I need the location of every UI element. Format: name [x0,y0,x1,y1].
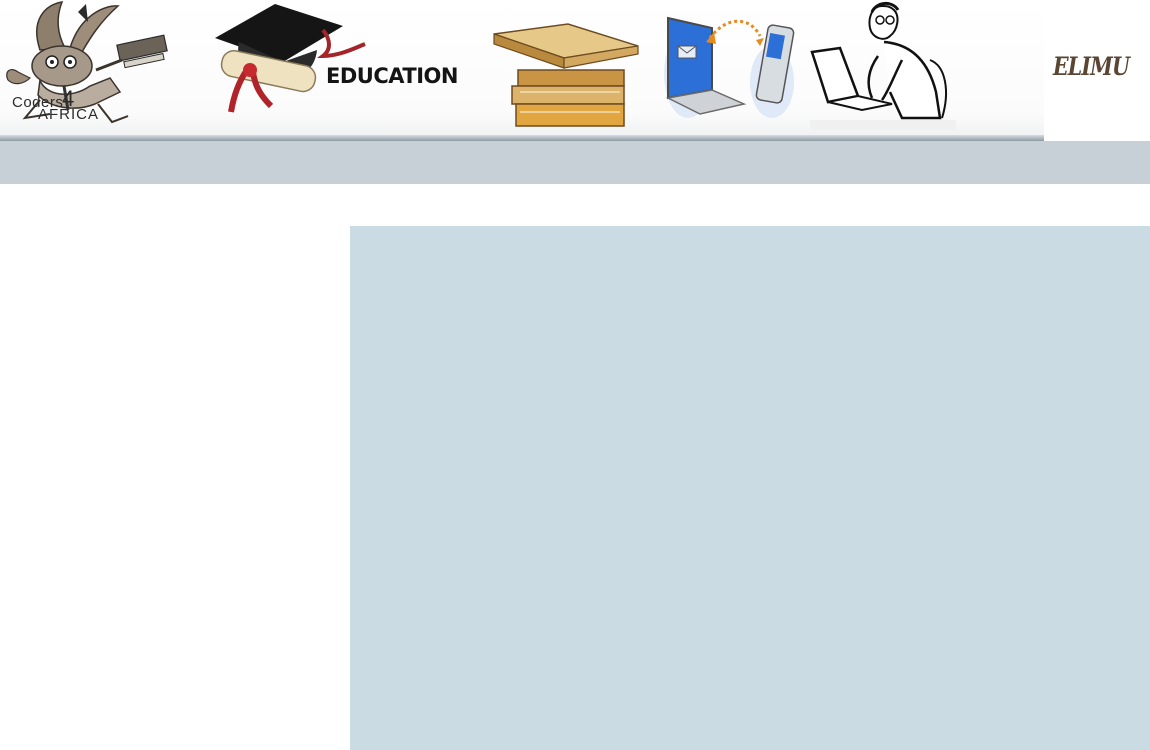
header-banner-image: Coders 4 AFRICA EDUCATION [0,0,1044,141]
main-nav-bar [0,141,1150,184]
main-content-panel [350,226,1150,750]
books-icon [493,23,639,127]
page-header: Coders 4 AFRICA EDUCATION ELIMU [0,0,1150,141]
left-sidebar [0,184,350,750]
site-title[interactable]: ELIMU [1053,52,1130,81]
person-at-laptop-icon [810,2,956,130]
graduation-cap-icon [215,4,366,113]
logo-text-africa: AFRICA [38,106,100,123]
laptop-phone-messaging-icon [664,16,795,118]
education-label: EDUCATION [326,64,458,88]
